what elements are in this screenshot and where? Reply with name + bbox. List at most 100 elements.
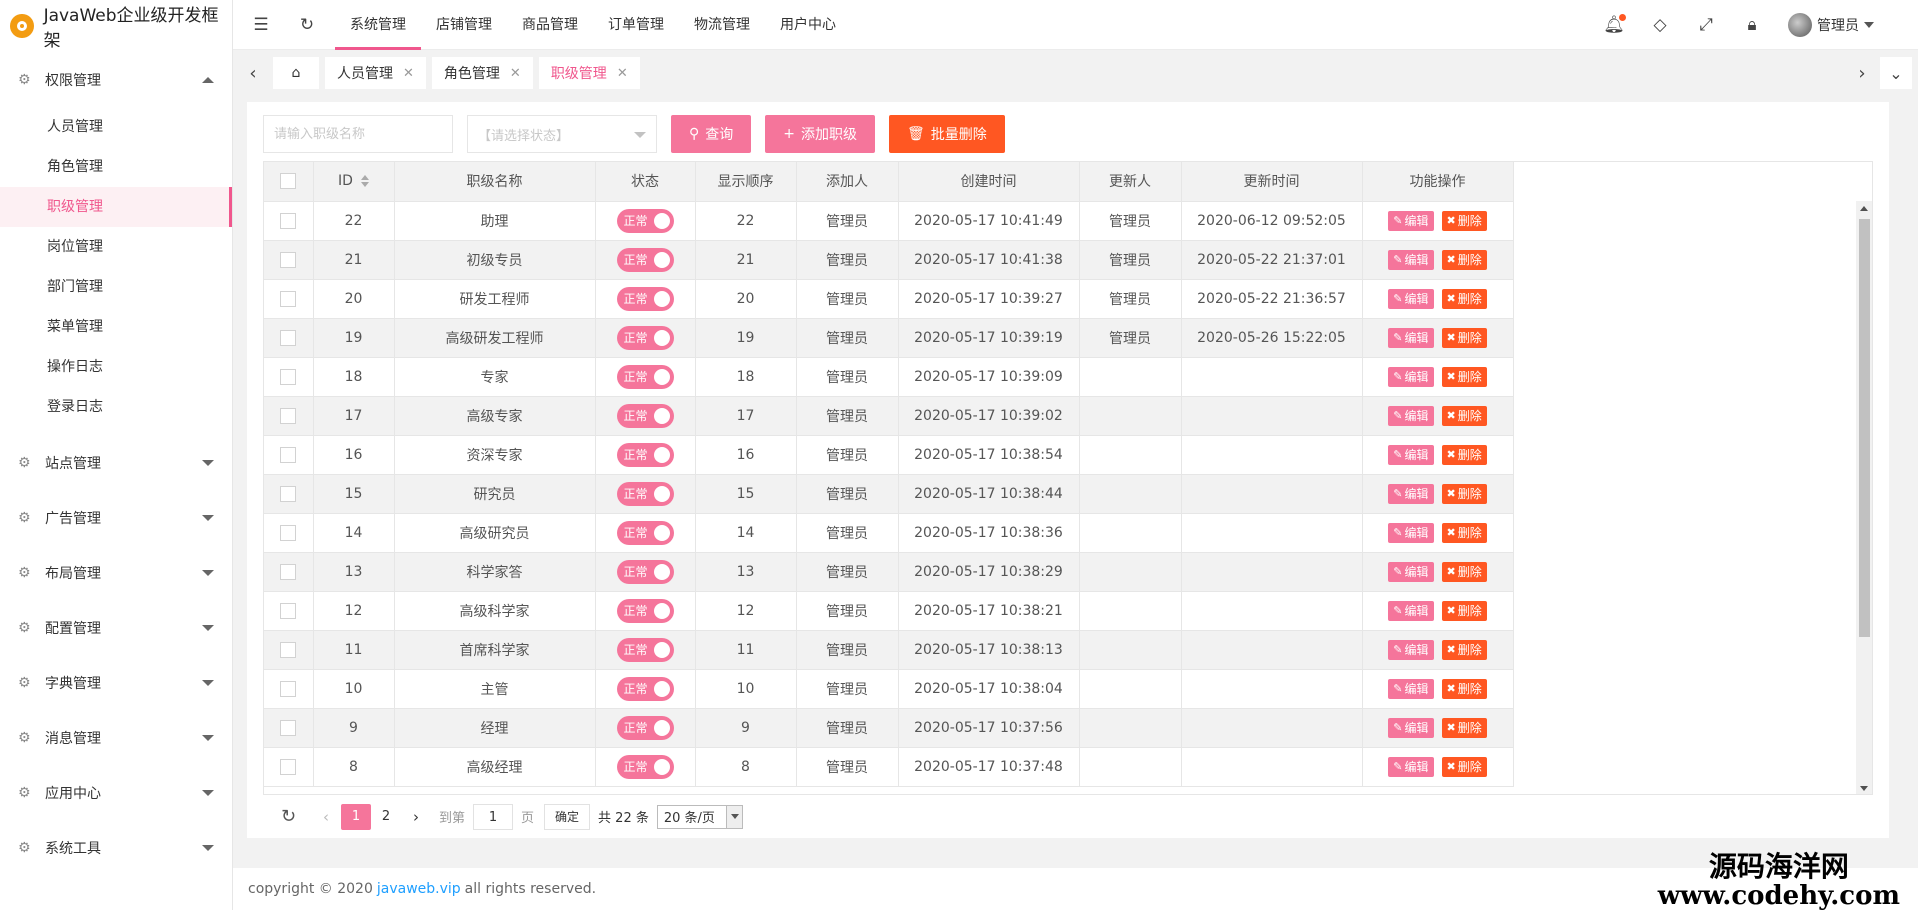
status-toggle[interactable]: 正常: [616, 208, 674, 233]
sidebar-item-5[interactable]: 部门管理: [0, 267, 232, 307]
edit-button[interactable]: ✎ 编辑: [1388, 405, 1434, 426]
row-checkbox[interactable]: [280, 719, 297, 736]
close-icon[interactable]: ✕: [617, 66, 628, 81]
edit-button[interactable]: ✎ 编辑: [1388, 327, 1434, 348]
refresh-icon[interactable]: ↻: [297, 15, 317, 35]
sidebar-group-8[interactable]: ⚙ 应用中心: [0, 765, 232, 820]
tab-1[interactable]: 人员管理 ✕: [325, 57, 426, 89]
edit-button[interactable]: ✎ 编辑: [1388, 600, 1434, 621]
status-toggle[interactable]: 正常: [616, 559, 674, 584]
footer-link[interactable]: javaweb.vip: [377, 881, 461, 897]
prev-page-icon[interactable]: ‹: [311, 808, 341, 826]
add-level-button[interactable]: + 添加职级: [765, 115, 875, 153]
status-select[interactable]: 【请选择状态】: [467, 115, 657, 153]
status-toggle[interactable]: 正常: [616, 715, 674, 740]
page-confirm-button[interactable]: 确定: [544, 803, 591, 830]
top-nav-item-5[interactable]: 物流管理: [679, 0, 765, 50]
batch-delete-button[interactable]: 🗑︎ 批量删除: [889, 115, 1005, 153]
top-nav-item-3[interactable]: 商品管理: [507, 0, 593, 50]
edit-button[interactable]: ✎ 编辑: [1388, 444, 1434, 465]
fullscreen-icon[interactable]: ⤢: [1696, 15, 1716, 35]
sidebar-item-2[interactable]: 角色管理: [0, 147, 232, 187]
delete-button[interactable]: ✖ 删除: [1441, 249, 1487, 270]
status-toggle[interactable]: 正常: [616, 598, 674, 623]
row-checkbox[interactable]: [280, 290, 297, 307]
row-checkbox[interactable]: [280, 407, 297, 424]
delete-button[interactable]: ✖ 删除: [1441, 366, 1487, 387]
status-toggle[interactable]: 正常: [616, 754, 674, 779]
delete-button[interactable]: ✖ 删除: [1441, 483, 1487, 504]
edit-button[interactable]: ✎ 编辑: [1388, 639, 1434, 660]
sidebar-item-6[interactable]: 菜单管理: [0, 307, 232, 347]
tab-next-icon[interactable]: ›: [1848, 57, 1876, 89]
close-icon[interactable]: ✕: [510, 66, 521, 81]
edit-button[interactable]: ✎ 编辑: [1388, 522, 1434, 543]
row-checkbox[interactable]: [280, 524, 297, 541]
select-all-checkbox[interactable]: [280, 173, 297, 190]
row-checkbox[interactable]: [280, 446, 297, 463]
delete-button[interactable]: ✖ 删除: [1441, 600, 1487, 621]
logo[interactable]: JavaWeb企业级开发框架: [0, 0, 232, 52]
sidebar-item-3[interactable]: 职级管理: [0, 187, 232, 227]
search-input[interactable]: [263, 115, 453, 153]
delete-button[interactable]: ✖ 删除: [1441, 639, 1487, 660]
top-nav-item-2[interactable]: 店铺管理: [421, 0, 507, 50]
sidebar-group-4[interactable]: ⚙ 布局管理: [0, 545, 232, 600]
delete-button[interactable]: ✖ 删除: [1441, 288, 1487, 309]
status-toggle[interactable]: 正常: [616, 364, 674, 389]
delete-button[interactable]: ✖ 删除: [1441, 327, 1487, 348]
close-icon[interactable]: ✕: [403, 66, 414, 81]
delete-button[interactable]: ✖ 删除: [1441, 678, 1487, 699]
top-nav-item-6[interactable]: 用户中心: [765, 0, 851, 50]
edit-button[interactable]: ✎ 编辑: [1388, 366, 1434, 387]
refresh-icon[interactable]: ↻: [281, 806, 301, 827]
scrollbar-thumb[interactable]: [1859, 219, 1870, 637]
sidebar-group-2[interactable]: ⚙ 站点管理: [0, 435, 232, 490]
bell-icon[interactable]: 🔔︎: [1603, 14, 1626, 35]
tab-prev-icon[interactable]: ‹: [233, 51, 273, 95]
user-menu[interactable]: 管理员: [1788, 13, 1874, 37]
sidebar-group-6[interactable]: ⚙ 字典管理: [0, 655, 232, 710]
top-nav-item-1[interactable]: 系统管理: [335, 0, 421, 50]
row-checkbox[interactable]: [280, 602, 297, 619]
status-toggle[interactable]: 正常: [616, 676, 674, 701]
edit-button[interactable]: ✎ 编辑: [1388, 756, 1434, 777]
row-checkbox[interactable]: [280, 251, 297, 268]
row-checkbox[interactable]: [280, 641, 297, 658]
lock-icon[interactable]: 🔒︎: [1742, 15, 1762, 35]
sidebar-group-7[interactable]: ⚙ 消息管理: [0, 710, 232, 765]
edit-button[interactable]: ✎ 编辑: [1388, 288, 1434, 309]
col-id[interactable]: ID: [313, 162, 395, 202]
sidebar-group-3[interactable]: ⚙ 广告管理: [0, 490, 232, 545]
scroll-up-icon[interactable]: [1860, 206, 1868, 211]
edit-button[interactable]: ✎ 编辑: [1388, 678, 1434, 699]
sidebar-group-9[interactable]: ⚙ 系统工具: [0, 820, 232, 875]
status-toggle[interactable]: 正常: [616, 286, 674, 311]
tag-icon[interactable]: ◇: [1650, 15, 1670, 35]
status-toggle[interactable]: 正常: [616, 481, 674, 506]
delete-button[interactable]: ✖ 删除: [1441, 561, 1487, 582]
delete-button[interactable]: ✖ 删除: [1441, 522, 1487, 543]
delete-button[interactable]: ✖ 删除: [1441, 405, 1487, 426]
sort-icon[interactable]: [360, 175, 369, 188]
edit-button[interactable]: ✎ 编辑: [1388, 249, 1434, 270]
status-toggle[interactable]: 正常: [616, 247, 674, 272]
sidebar-item-1[interactable]: 人员管理: [0, 107, 232, 147]
delete-button[interactable]: ✖ 删除: [1441, 444, 1487, 465]
row-checkbox[interactable]: [280, 680, 297, 697]
scroll-down-icon[interactable]: [1860, 786, 1868, 791]
delete-button[interactable]: ✖ 删除: [1441, 210, 1487, 231]
edit-button[interactable]: ✎ 编辑: [1388, 717, 1434, 738]
row-checkbox[interactable]: [280, 368, 297, 385]
table-scrollbar[interactable]: [1856, 201, 1872, 794]
next-page-icon[interactable]: ›: [401, 808, 431, 826]
page-size-select[interactable]: 20 条/页: [656, 804, 743, 829]
page-1[interactable]: 1: [341, 803, 371, 830]
top-nav-item-4[interactable]: 订单管理: [593, 0, 679, 50]
delete-button[interactable]: ✖ 删除: [1441, 756, 1487, 777]
tab-2[interactable]: 角色管理 ✕: [431, 57, 533, 89]
tab-more-chevron-down-icon[interactable]: ⌄: [1880, 57, 1912, 89]
status-toggle[interactable]: 正常: [616, 442, 674, 467]
row-checkbox[interactable]: [280, 329, 297, 346]
tab-3[interactable]: 职级管理 ✕: [538, 57, 640, 89]
